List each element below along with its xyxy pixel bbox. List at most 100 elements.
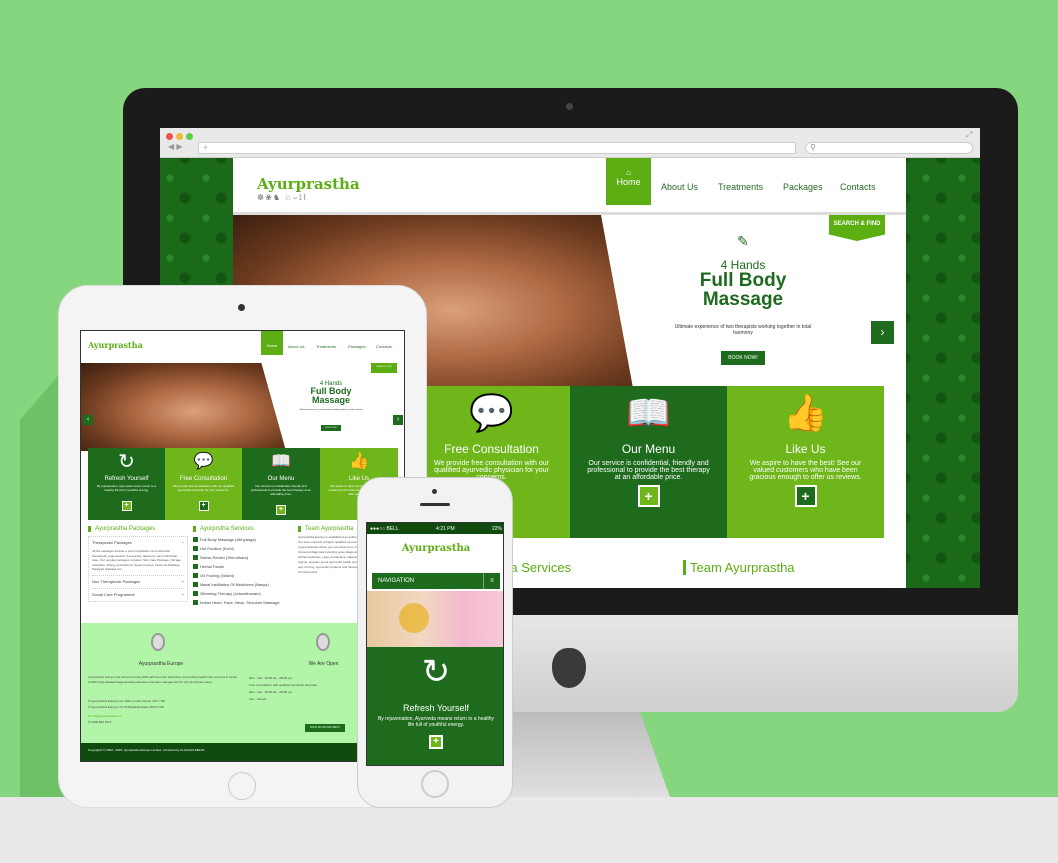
hours-line: Mon - Sat : 10:00 am - 05:00 pm — [249, 690, 293, 694]
chat-bubbles-icon: 💬 — [193, 453, 214, 470]
phone-home-button[interactable] — [421, 770, 449, 798]
back-forward-icon[interactable]: ◀ ▶ — [168, 142, 183, 151]
check-icon — [193, 591, 198, 597]
service-label: Stress Reviler (Shirodhara) — [200, 555, 249, 560]
search-find-button[interactable]: SEARCH & FIND — [371, 363, 397, 373]
hero-description: Ultimate experience of two therapists wo… — [299, 409, 363, 411]
nav-contacts[interactable]: Contacts — [840, 182, 876, 192]
plus-button[interactable]: + — [637, 485, 660, 507]
book-now-button[interactable]: BOOK NOW! — [721, 351, 765, 365]
plus-button[interactable]: + — [794, 485, 817, 507]
plus-button[interactable]: + — [429, 735, 443, 749]
accordion-item-therapeutic[interactable]: Therapeutic Packages − — [92, 540, 184, 546]
check-icon — [193, 573, 198, 579]
service-label: Oil Pooling (Vasthi) — [200, 573, 234, 578]
nav-contacts[interactable]: Contacts — [376, 344, 392, 349]
hero-description: Ultimate experience of two therapists wo… — [674, 324, 812, 336]
about-title: Ayurprastha Europe — [138, 661, 184, 667]
hero-title: Full Body — [699, 270, 787, 291]
maximize-dot[interactable] — [186, 133, 193, 140]
logo[interactable]: Ayurprastha — [367, 543, 503, 554]
open-title: We Are Open — [308, 661, 339, 667]
accordion-item-non-therapeutic[interactable]: Non Therapeutic Packages + — [92, 574, 184, 585]
feature-refresh-yourself: ↻ Refresh Yourself By rejuvenation, Ayur… — [367, 647, 503, 765]
map-pin-icon — [151, 633, 165, 651]
close-dot[interactable] — [166, 133, 173, 140]
magic-wand-icon: ✎ — [737, 233, 749, 249]
thumbs-up-icon: 👍 — [349, 453, 369, 470]
slider-next-button[interactable]: › — [871, 321, 894, 344]
service-label: Indian Head, Face, Neck, Shoulder Massag… — [200, 600, 280, 605]
service-item: Full Body Massage (Abhyanga) — [193, 535, 293, 544]
accordion-label: Non Therapeutic Packages — [92, 578, 141, 584]
minimize-dot[interactable] — [176, 133, 183, 140]
logo[interactable]: Ayurprastha — [88, 340, 143, 350]
accordion: Therapeutic Packages − All the packages i… — [88, 536, 188, 602]
clock: 4:21 PM — [436, 525, 455, 532]
nav-about-us[interactable]: About Us — [288, 344, 304, 349]
nav-packages[interactable]: Packages — [348, 344, 366, 349]
feature-free-consultation: 💬 Free Consultation We provide free cons… — [165, 448, 242, 520]
packages-heading: Ayurprastha Packages — [88, 526, 188, 532]
feature-our-menu: 📖 Our Menu Our service is confidential, … — [242, 448, 320, 520]
hero-title-2: Massage — [702, 289, 784, 310]
plus-button[interactable]: + — [276, 505, 286, 515]
fullscreen-icon[interactable]: ⤢ — [966, 130, 972, 140]
nav-label: NAVIGATION — [378, 578, 415, 584]
feature-title: Free Consultation — [444, 442, 539, 456]
hero-text: 4 Hands Full Body Massage Ultimate exper… — [296, 381, 366, 433]
expand-icon[interactable]: + — [182, 579, 184, 585]
phone-screen: ●●●○○ BELL 4:21 PM 22% Ayurprastha NAVIG… — [366, 522, 504, 766]
service-item: Hot Poultice (Kizhi) — [193, 544, 293, 553]
refresh-icon: ↻ — [421, 653, 451, 691]
feature-text: Our service is confidential, friendly an… — [587, 460, 710, 481]
nav-treatments[interactable]: Treatments — [316, 344, 336, 349]
tablet-home-button[interactable] — [228, 772, 256, 800]
expand-icon[interactable]: + — [182, 592, 184, 598]
plus-button[interactable]: + — [121, 501, 132, 511]
nav-home[interactable]: ⌂ Home — [606, 158, 651, 205]
slider-next-button[interactable]: › — [393, 415, 403, 425]
browser-search[interactable]: ⚲ — [805, 142, 973, 154]
check-icon — [193, 582, 198, 588]
address-text: Ayurprastha Europe Ltd, 80 Bradwell Road… — [90, 705, 165, 709]
services-section: Ayurprstha Services Full Body Massage (A… — [193, 526, 293, 607]
hamburger-icon[interactable]: ≡ — [483, 573, 500, 589]
address-1: ⚲ Ayurprastha Europe Ltd, 304m London Ro… — [88, 699, 165, 703]
feature-text: We provide free consultation with our qu… — [172, 484, 235, 492]
nav-home[interactable]: Home — [261, 331, 283, 355]
packages-section: Ayurprastha Packages Therapeutic Package… — [88, 526, 188, 602]
book-appointment-button[interactable]: BOOK AN APPOINTMENT — [305, 724, 345, 732]
check-icon — [193, 600, 198, 606]
hero-image — [81, 363, 286, 451]
hours-line: Free consultation with qualified ayurved… — [249, 683, 318, 687]
services-heading: Ayurprstha Services — [193, 526, 293, 532]
service-item: Stress Reviler (Shirodhara) — [193, 553, 293, 562]
face-mask-graphic — [399, 603, 429, 633]
nav-treatments[interactable]: Treatments — [718, 182, 763, 192]
book-now-button[interactable]: BOOK NOW! — [321, 425, 341, 431]
tablet-camera-icon — [238, 304, 245, 311]
nav-packages[interactable]: Packages — [783, 182, 823, 192]
service-item: Herbal Facial — [193, 562, 293, 571]
check-icon — [193, 564, 198, 570]
feature-title: Refresh Yourself — [402, 703, 470, 713]
email[interactable]: ✉ info@ayurprastha.com — [88, 714, 122, 718]
hero-title-2: Massage — [311, 395, 351, 405]
team-heading: Team Ayurprastha — [683, 560, 795, 575]
navigation-toggle[interactable]: NAVIGATION ≡ — [372, 573, 500, 589]
nav-about-us[interactable]: About Us — [661, 182, 698, 192]
accordion-item-social-care[interactable]: Social Care Programme + — [92, 587, 184, 598]
slider-prev-button[interactable]: ‹ — [83, 415, 93, 425]
browser-toolbar: ◀ ▶ + ⚲ ⤢ — [160, 128, 980, 158]
logo[interactable]: Ayurprastha — [257, 175, 360, 193]
battery: 22% — [491, 525, 502, 532]
address-2: ⚲ Ayurprastha Europe Ltd, 80 Bradwell Ro… — [88, 705, 164, 709]
collapse-icon[interactable]: − — [182, 540, 184, 546]
phone-speaker — [420, 503, 450, 506]
thumbs-up-icon: 👍 — [783, 392, 828, 433]
address-bar[interactable]: + — [198, 142, 796, 154]
plus-button[interactable]: + — [198, 501, 209, 511]
search-find-button[interactable]: SEARCH & FIND — [829, 215, 885, 241]
hero-text: ✎ 4 Hands Full Body Massage Ultimate exp… — [673, 233, 813, 365]
